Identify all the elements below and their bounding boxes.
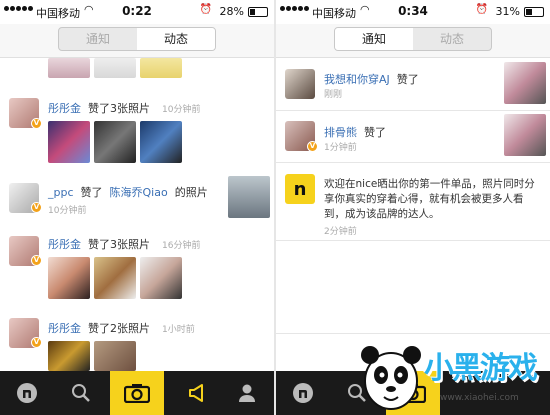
home-icon[interactable]	[276, 371, 330, 415]
tab-notify[interactable]: 通知	[59, 28, 137, 50]
nice-logo-icon: n	[285, 174, 315, 204]
list-separator	[276, 162, 550, 163]
user-name-link[interactable]: 我想和你穿AJ	[324, 73, 390, 86]
notice-text: 欢迎在nice晒出你的第一件单品，照片同时分享你真实的穿着心得，就有机会被更多人…	[324, 178, 535, 220]
feed-action: 赞了	[80, 186, 103, 199]
timestamp: 10分钟前	[48, 206, 87, 216]
tab-activity[interactable]: 动态	[137, 28, 215, 50]
verified-badge-icon: V	[31, 255, 42, 266]
feed-item-text: _ppc 赞了 陈海乔Qiao 的照片	[48, 184, 208, 200]
photo-thumb[interactable]	[504, 114, 546, 156]
watermark-brand: 小黑游戏	[424, 351, 538, 386]
photo-thumb[interactable]	[94, 121, 136, 163]
list-separator	[276, 110, 550, 111]
notification-text: 排骨熊 赞了	[324, 124, 386, 140]
nice-logo-letter: n	[293, 178, 307, 200]
tab-notify[interactable]: 通知	[335, 28, 413, 50]
avatar[interactable]	[285, 69, 315, 99]
timestamp: 10分钟前	[162, 105, 201, 115]
user-name-link[interactable]: 彤彤金	[48, 102, 81, 115]
notification-action: 赞了	[364, 126, 386, 139]
verified-badge-icon: V	[307, 141, 318, 152]
user-name-link[interactable]: 排骨熊	[324, 126, 357, 139]
photo-thumb[interactable]	[48, 341, 90, 371]
photo-thumb[interactable]	[504, 62, 546, 104]
bottom-tab-bar	[0, 371, 274, 415]
feed-item-text: 彤彤金 赞了2张照片	[48, 320, 150, 336]
photo-thumb[interactable]	[94, 341, 136, 371]
segment-tabs: 通知 动态	[334, 27, 492, 51]
megaphone-icon[interactable]	[170, 371, 224, 415]
photo-thumb[interactable]	[140, 257, 182, 299]
status-bar: 中国移动 ◠ 0:22 ⏰ 28%	[0, 0, 274, 24]
notification-text: 我想和你穿AJ 赞了	[324, 71, 419, 87]
watermark-logo: 小黑游戏 www.xiaohei.com	[356, 333, 546, 413]
verified-badge-icon: V	[31, 202, 42, 213]
target-user-link[interactable]: 陈海乔Qiao	[110, 186, 168, 199]
notification-action: 赞了	[396, 73, 419, 86]
status-bar: 中国移动 ◠ 0:34 ⏰ 31%	[276, 0, 550, 24]
photo-thumb[interactable]	[140, 121, 182, 163]
timestamp: 刚刚	[324, 90, 343, 100]
battery-icon	[248, 7, 268, 17]
photo-thumb[interactable]	[94, 257, 136, 299]
battery-percent: 31%	[495, 5, 520, 18]
list-separator	[276, 240, 550, 241]
user-name-link[interactable]: 彤彤金	[48, 322, 81, 335]
alarm-icon: ⏰	[475, 4, 488, 15]
camera-icon[interactable]	[110, 371, 164, 415]
tab-activity[interactable]: 动态	[413, 28, 491, 50]
photo-thumb[interactable]	[94, 58, 136, 78]
alarm-icon: ⏰	[199, 4, 212, 15]
segment-tabs: 通知 动态	[58, 27, 216, 51]
verified-badge-icon: V	[31, 118, 42, 129]
feed-action-suffix: 的照片	[174, 186, 208, 199]
photo-thumb[interactable]	[48, 121, 90, 163]
feed-action: 赞了2张照片	[88, 322, 150, 335]
photo-thumb[interactable]	[228, 176, 270, 218]
user-name-link[interactable]: _ppc	[48, 186, 74, 199]
photo-thumb[interactable]	[140, 58, 182, 78]
right-screen: 中国移动 ◠ 0:34 ⏰ 31% 通知 动态 我想和你穿AJ 赞了 刚刚 V …	[276, 0, 550, 415]
watermark-url: www.xiaohei.com	[440, 393, 519, 403]
battery-icon	[524, 7, 544, 17]
battery-percent: 28%	[219, 5, 244, 18]
feed-item-text: 彤彤金 赞了3张照片	[48, 236, 150, 252]
panda-mascot-icon	[361, 346, 421, 410]
home-icon[interactable]	[0, 371, 54, 415]
user-name-link[interactable]: 彤彤金	[48, 238, 81, 251]
timestamp: 1分钟前	[324, 143, 357, 153]
timestamp: 16分钟前	[162, 241, 201, 251]
verified-badge-icon: V	[31, 337, 42, 348]
feed-action: 赞了3张照片	[88, 238, 150, 251]
profile-icon[interactable]	[220, 371, 274, 415]
timestamp: 2分钟前	[324, 227, 357, 237]
search-icon[interactable]	[54, 371, 108, 415]
feed-item-text: 彤彤金 赞了3张照片	[48, 100, 150, 116]
photo-thumb[interactable]	[48, 257, 90, 299]
photo-thumb[interactable]	[48, 58, 90, 78]
timestamp: 1小时前	[162, 325, 195, 335]
left-screen: 中国移动 ◠ 0:22 ⏰ 28% 通知 动态 V 彤彤金 赞了3张照片 10分…	[0, 0, 274, 415]
feed-action: 赞了3张照片	[88, 102, 150, 115]
